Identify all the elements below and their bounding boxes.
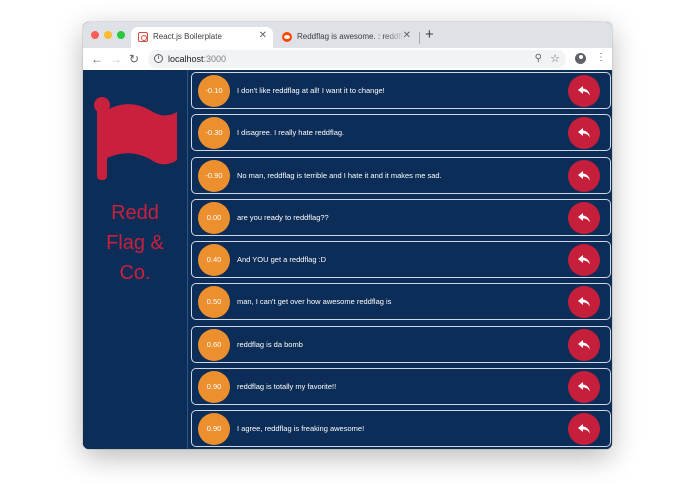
message-text: No man, reddflag is terrible and I hate … bbox=[237, 170, 442, 180]
list-item: 0.60 reddflag is da bomb bbox=[191, 325, 611, 363]
react-boilerplate-icon bbox=[138, 32, 148, 42]
message-text: reddflag is da bomb bbox=[237, 339, 303, 349]
reply-button[interactable] bbox=[568, 413, 600, 446]
reply-icon bbox=[578, 128, 590, 138]
reply-icon bbox=[578, 212, 590, 223]
profile-avatar-icon[interactable] bbox=[575, 53, 586, 64]
reply-button[interactable] bbox=[568, 244, 600, 277]
red-flag-icon bbox=[94, 97, 177, 180]
sentiment-score-badge: -0.90 bbox=[198, 159, 230, 192]
site-info-icon[interactable]: i bbox=[154, 54, 163, 63]
page-content: Redd Flag & Co. -0.10 I don't like reddf… bbox=[83, 70, 612, 449]
sentiment-score-badge: 0.00 bbox=[198, 201, 230, 234]
sentiment-score-badge: 0.40 bbox=[198, 244, 230, 277]
reply-button[interactable] bbox=[568, 328, 600, 361]
message-text: are you ready to reddflag?? bbox=[237, 212, 329, 222]
close-tab-icon[interactable]: ✕ bbox=[259, 30, 267, 42]
back-icon[interactable]: ← bbox=[91, 51, 103, 67]
list-item: -0.90 No man, reddflag is terrible and I… bbox=[191, 156, 611, 194]
reply-icon bbox=[578, 339, 590, 350]
reply-icon bbox=[578, 424, 590, 434]
tab-title: React.js Boilerplate bbox=[153, 32, 222, 41]
message-text: reddflag is totally my favorite!! bbox=[237, 382, 337, 392]
close-tab-icon[interactable]: ✕ bbox=[403, 30, 411, 42]
list-item: 0.40 And YOU get a reddflag :D bbox=[191, 241, 611, 279]
sidebar: Redd Flag & Co. bbox=[83, 70, 188, 449]
tab-react-boilerplate[interactable]: React.js Boilerplate ✕ bbox=[131, 27, 273, 48]
reddit-icon bbox=[282, 32, 292, 42]
message-text: man, I can't get over how awesome reddfl… bbox=[237, 297, 392, 307]
list-item: 0.00 are you ready to reddflag?? bbox=[191, 198, 611, 236]
list-item: -0.30 I disagree. I really hate reddflag… bbox=[191, 114, 611, 152]
reply-button[interactable] bbox=[568, 75, 600, 107]
browser-toolbar: ← → ↻ i localhost:3000 ⚲ ☆ ⋮ bbox=[83, 48, 612, 71]
reply-button[interactable] bbox=[568, 286, 600, 319]
address-bar[interactable]: i localhost:3000 ⚲ ☆ bbox=[148, 50, 566, 68]
tab-title: Reddflag is awesome. : reddfla bbox=[297, 32, 405, 41]
url-port: :3000 bbox=[203, 54, 227, 64]
close-window-button[interactable] bbox=[91, 31, 99, 39]
list-item: 0.90 reddflag is totally my favorite!! bbox=[191, 368, 611, 406]
reply-button[interactable] bbox=[568, 159, 600, 192]
message-text: And YOU get a reddflag :D bbox=[237, 255, 327, 265]
list-item: 0.50 man, I can't get over how awesome r… bbox=[191, 283, 611, 321]
reload-icon[interactable]: ↻ bbox=[129, 51, 139, 67]
sentiment-score-badge: -0.30 bbox=[198, 117, 230, 150]
bookmark-star-icon[interactable]: ☆ bbox=[550, 52, 560, 65]
sentiment-score-badge: 0.90 bbox=[198, 371, 230, 404]
maximize-window-button[interactable] bbox=[117, 31, 125, 39]
sentiment-score-badge: -0.10 bbox=[198, 75, 230, 107]
message-text: I don't like reddflag at all! I want it … bbox=[237, 86, 385, 95]
zoom-icon[interactable]: ⚲ bbox=[535, 53, 542, 64]
message-text: I agree, reddflag is freaking awesome! bbox=[237, 424, 365, 434]
reply-icon bbox=[578, 170, 590, 181]
forward-icon[interactable]: → bbox=[110, 51, 122, 67]
minimize-window-button[interactable] bbox=[104, 31, 112, 39]
reply-button[interactable] bbox=[568, 201, 600, 234]
tab-bar: React.js Boilerplate ✕ Reddflag is aweso… bbox=[83, 22, 612, 48]
sentiment-score-badge: 0.90 bbox=[198, 413, 230, 446]
reply-icon bbox=[578, 382, 590, 392]
list-item: 0.90 I agree, reddflag is freaking aweso… bbox=[191, 410, 611, 448]
browser-window: React.js Boilerplate ✕ Reddflag is aweso… bbox=[83, 22, 612, 449]
url-host: localhost bbox=[168, 54, 204, 64]
url-text[interactable]: localhost:3000 bbox=[168, 53, 226, 65]
list-item: -0.10 I don't like reddflag at all! I wa… bbox=[191, 72, 611, 109]
sentiment-score-badge: 0.60 bbox=[198, 328, 230, 361]
tab-reddflag[interactable]: Reddflag is awesome. : reddfla ✕ bbox=[275, 27, 417, 48]
reply-icon bbox=[578, 255, 590, 265]
brand-name: Redd Flag & Co. bbox=[106, 202, 164, 284]
more-menu-icon[interactable]: ⋮ bbox=[596, 52, 606, 64]
reply-button[interactable] bbox=[568, 117, 600, 150]
sentiment-score-badge: 0.50 bbox=[198, 286, 230, 319]
message-list: -0.10 I don't like reddflag at all! I wa… bbox=[191, 72, 611, 449]
reply-button[interactable] bbox=[568, 371, 600, 404]
new-tab-button[interactable]: + bbox=[425, 27, 434, 43]
message-text: I disagree. I really hate reddflag. bbox=[237, 128, 345, 138]
reply-icon bbox=[578, 86, 590, 96]
tab-separator bbox=[419, 32, 420, 44]
reply-icon bbox=[578, 297, 590, 307]
